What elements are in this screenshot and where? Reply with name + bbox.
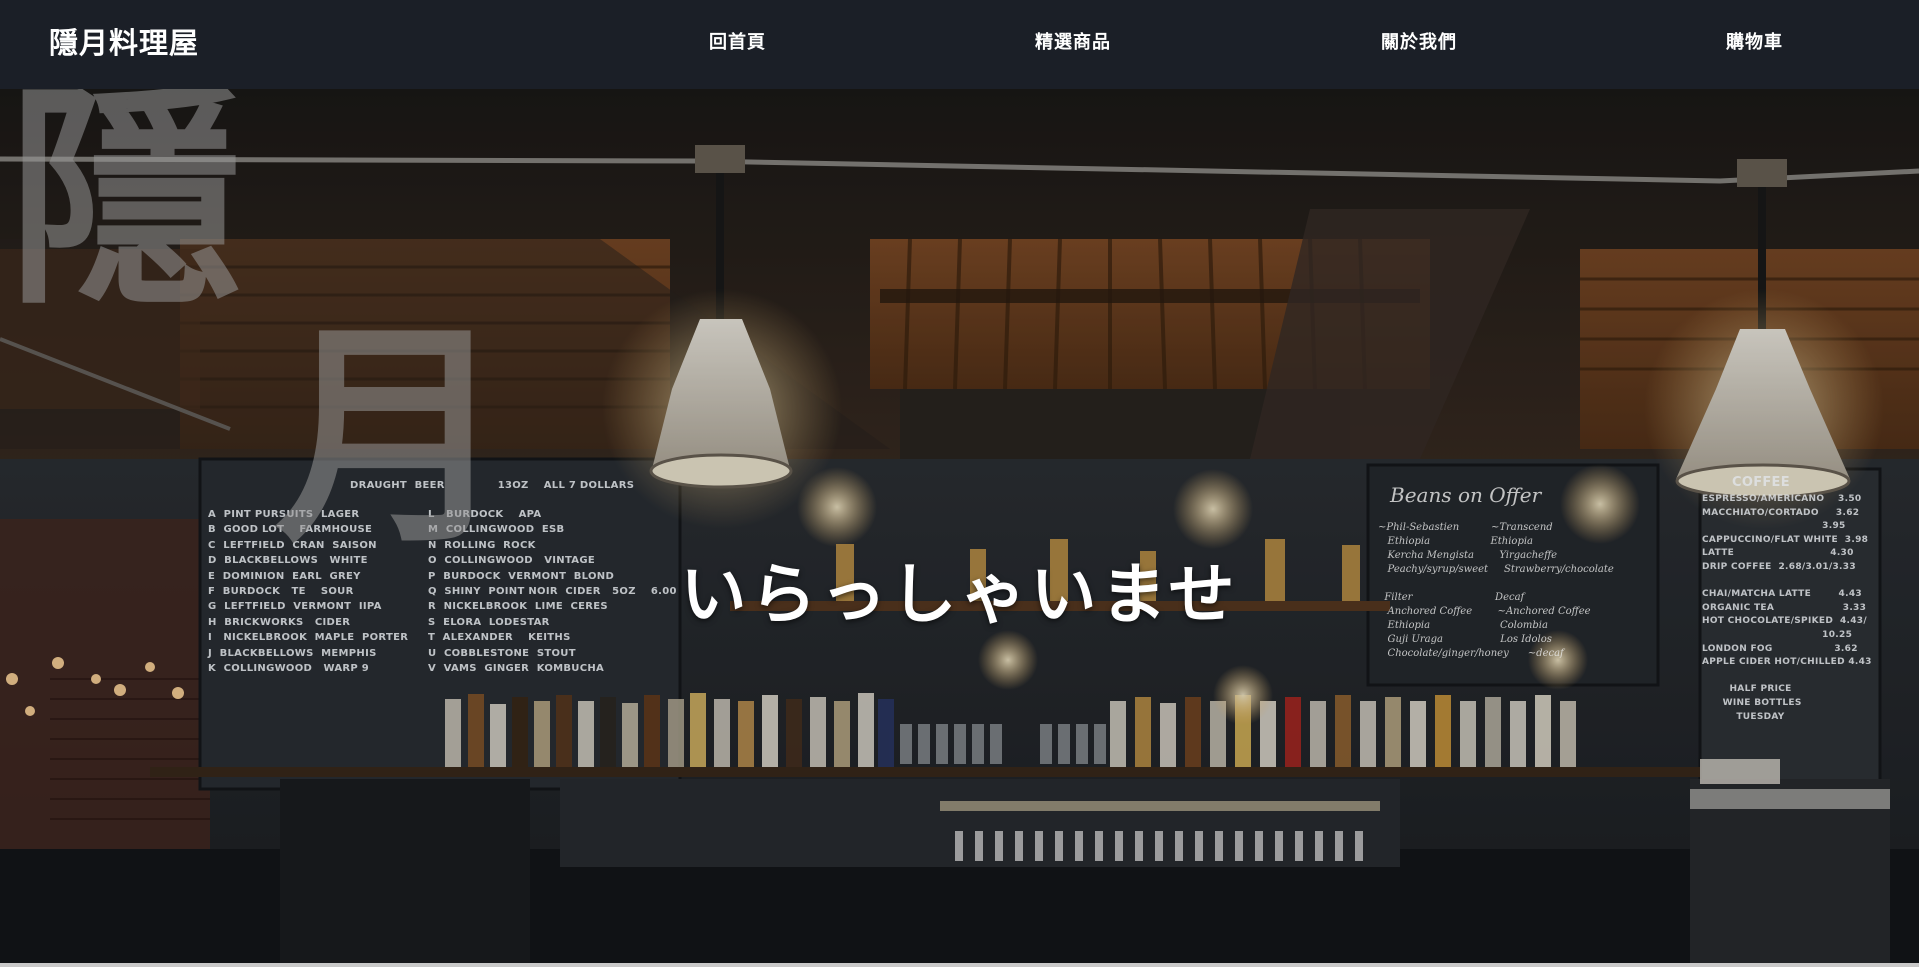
- nav-link-about-us[interactable]: 關於我們: [1381, 28, 1457, 54]
- draught-board-header: DRAUGHT BEER 13OZ ALL 7 DOLLARS: [350, 480, 635, 491]
- bottom-edge-bar: [0, 963, 1919, 967]
- brand-logo-link[interactable]: 隱月料理屋: [49, 20, 199, 62]
- nav-link-featured-products[interactable]: 精選商品: [1035, 28, 1111, 54]
- top-navbar: 隱月料理屋 回首頁 精選商品 關於我們 購物車: [0, 0, 1919, 89]
- nav-link-home[interactable]: 回首頁: [709, 28, 766, 54]
- hero-welcome-heading: いらっしゃいませ: [680, 556, 1239, 633]
- nav-link-cart[interactable]: 購物車: [1726, 28, 1783, 54]
- hero-banner: DRAUGHT BEER 13OZ ALL 7 DOLLARS A PINT P…: [0, 89, 1919, 967]
- offer-board-title: Beans on Offer: [1390, 483, 1542, 507]
- coffee-board-title: COFFEE: [1732, 475, 1790, 490]
